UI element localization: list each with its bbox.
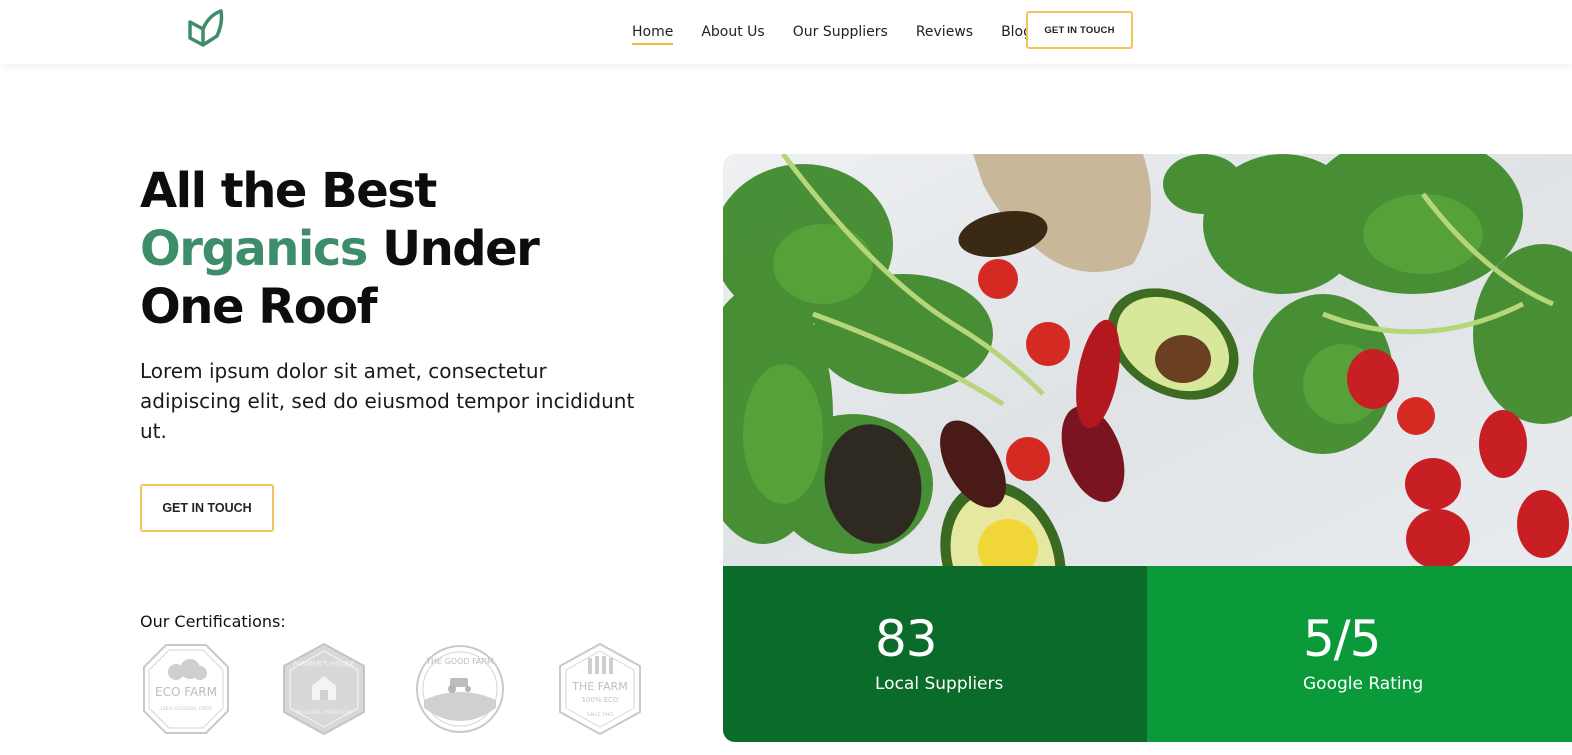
nav-reviews[interactable]: Reviews — [916, 20, 973, 44]
hero-get-in-touch-button[interactable]: GET IN TOUCH — [140, 484, 274, 532]
eco-farm-badge-sub: 100% ECOLOGIC FOOD — [160, 706, 213, 712]
nav-our-suppliers[interactable]: Our Suppliers — [793, 20, 888, 44]
the-farm-badge-since: SINCE 1995 — [587, 712, 614, 718]
site-header: Home About Us Our Suppliers Reviews Blog… — [0, 0, 1572, 64]
hero-description: Lorem ipsum dolor sit amet, consectetur … — [140, 359, 635, 443]
farmers-house-badge-icon: FARMER'S HOUSE ECOLOGIC PRODUCTS — [283, 642, 365, 736]
produce-photo — [723, 154, 1572, 566]
eco-farm-badge-icon: ECO FARM 100% ECOLOGIC FOOD — [143, 644, 229, 734]
main-nav: Home About Us Our Suppliers Reviews Blog — [632, 0, 1060, 64]
stat-suppliers-value: 83 — [875, 610, 938, 668]
farmers-house-badge-name: FARMER'S HOUSE — [293, 660, 355, 668]
good-farm-badge-icon: THE GOOD FARM — [416, 645, 504, 733]
hero-title: All the Best Organics Under One Roof — [140, 162, 660, 336]
hero-title-accent: Organics — [140, 221, 368, 277]
header-get-in-touch-button[interactable]: GET IN TOUCH — [1026, 11, 1133, 49]
the-farm-badge-name: THE FARM — [571, 680, 627, 693]
leaf-logo-icon[interactable] — [185, 9, 225, 49]
farmers-house-badge-sub: ECOLOGIC PRODUCTS — [296, 710, 351, 716]
good-farm-badge-name: THE GOOD FARM — [425, 657, 494, 666]
nav-about-us[interactable]: About Us — [701, 20, 764, 44]
hero-title-line3: One Roof — [140, 279, 378, 335]
eco-farm-badge-name: ECO FARM — [155, 685, 217, 699]
hero-title-line1: All the Best — [140, 163, 437, 219]
stat-rating-label: Google Rating — [1303, 674, 1424, 694]
the-farm-badge-sub: 100% ECO — [581, 696, 619, 704]
nav-home[interactable]: Home — [632, 20, 674, 45]
the-farm-badge-icon: THE FARM 100% ECO SINCE 1995 — [559, 643, 641, 735]
stat-suppliers-label: Local Suppliers — [875, 674, 1004, 694]
stat-local-suppliers: 83 Local Suppliers — [723, 566, 1147, 742]
stat-google-rating: 5/5 Google Rating — [1147, 566, 1572, 742]
hero-image-panel: 83 Local Suppliers 5/5 Google Rating — [723, 154, 1572, 742]
certification-badges: ECO FARM 100% ECOLOGIC FOOD FARMER'S HOU… — [140, 642, 650, 738]
hero-title-rest: Under — [366, 221, 540, 277]
stat-rating-value: 5/5 — [1303, 610, 1381, 668]
certifications-title: Our Certifications: — [140, 612, 286, 631]
